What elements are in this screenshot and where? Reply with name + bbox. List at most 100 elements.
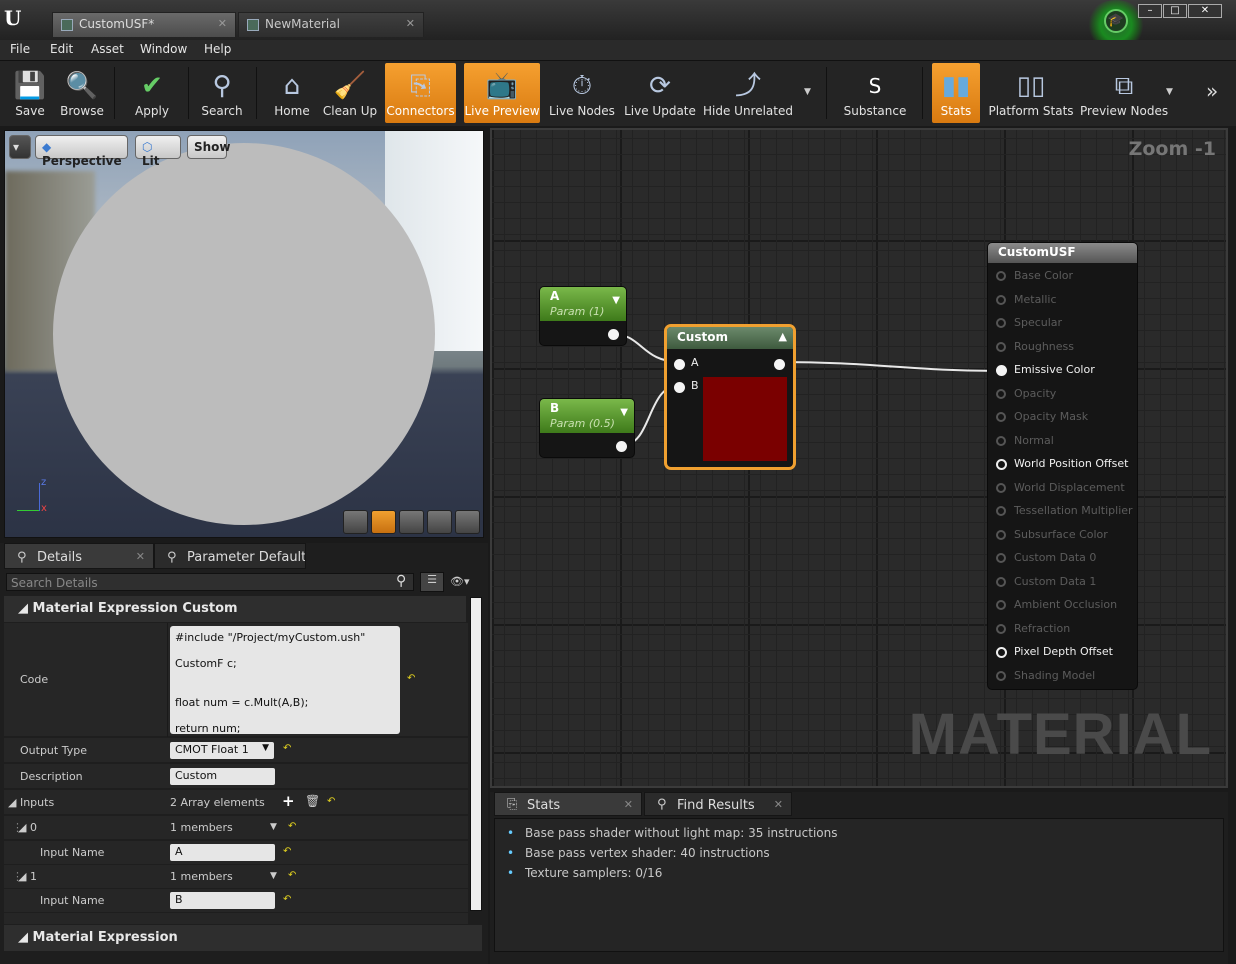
tab-parameter-defaults[interactable]: ⚲ Parameter Defaults bbox=[154, 543, 306, 569]
connectors-button[interactable]: ⎘ Connectors bbox=[385, 63, 456, 123]
reset-arrow-icon[interactable]: ↶ bbox=[288, 821, 296, 832]
input-1-name-field[interactable]: B bbox=[170, 892, 275, 909]
code-textbox[interactable]: #include "/Project/myCustom.ush" CustomF… bbox=[170, 626, 400, 735]
chevron-down-icon[interactable]: ▼ bbox=[620, 407, 628, 418]
preview-viewport[interactable]: ▾ ◆ Perspective ⬡ Lit Show z x bbox=[4, 130, 484, 538]
input-pin[interactable] bbox=[996, 388, 1006, 399]
material-graph[interactable]: Zoom -1 MATERIAL A Param (1) ▼ B Param (… bbox=[490, 128, 1228, 788]
chevron-down-icon[interactable]: ▼ bbox=[612, 295, 620, 306]
input-1-members[interactable]: 1 members bbox=[170, 870, 233, 883]
input-pin[interactable] bbox=[996, 623, 1006, 634]
category-material-expression[interactable]: ◢ Material Expression bbox=[4, 925, 482, 951]
input-pin[interactable] bbox=[996, 600, 1006, 610]
input-pin[interactable] bbox=[996, 318, 1006, 328]
list-view-icon[interactable]: ☰ bbox=[420, 572, 444, 592]
reset-arrow-icon[interactable]: ↶ bbox=[327, 796, 335, 807]
output-type-dropdown[interactable]: CMOT Float 1 ▼ bbox=[170, 742, 274, 759]
reset-arrow-icon[interactable]: ↶ bbox=[407, 673, 415, 684]
tab-customusf[interactable]: CustomUSF* ✕ bbox=[52, 12, 236, 37]
input-pin[interactable] bbox=[996, 482, 1006, 493]
add-element-icon[interactable]: + bbox=[282, 792, 295, 810]
close-icon[interactable]: ✕ bbox=[218, 17, 227, 30]
inputs-label[interactable]: ◢ Inputs bbox=[8, 796, 54, 809]
browse-button[interactable]: 🔍 Browse bbox=[58, 63, 106, 123]
chevron-down-icon[interactable]: ▼ bbox=[270, 822, 277, 832]
stats-button[interactable]: ▮▮ Stats bbox=[932, 63, 980, 123]
apply-button[interactable]: ✔ Apply bbox=[126, 63, 178, 123]
close-window-button[interactable]: ✕ bbox=[1188, 4, 1222, 18]
close-icon[interactable]: ✕ bbox=[406, 17, 415, 30]
cleanup-button[interactable]: 🧹 Clean Up bbox=[320, 63, 380, 123]
input-pin-b[interactable] bbox=[674, 382, 685, 393]
substance-button[interactable]: S Substance bbox=[838, 63, 912, 123]
output-pin[interactable] bbox=[616, 441, 627, 452]
chevron-down-icon[interactable]: ▼ bbox=[1166, 87, 1173, 97]
cylinder-preview-button[interactable] bbox=[343, 510, 368, 534]
input-pin[interactable] bbox=[996, 576, 1006, 587]
input-pin[interactable] bbox=[996, 341, 1006, 352]
reset-arrow-icon[interactable]: ↶ bbox=[283, 743, 291, 754]
maximize-button[interactable]: □ bbox=[1163, 4, 1187, 18]
toolbar-overflow-icon[interactable]: » bbox=[1206, 79, 1218, 103]
input-0-members[interactable]: 1 members bbox=[170, 821, 233, 834]
param-a-node[interactable]: A Param (1) ▼ bbox=[539, 286, 627, 346]
input-pin[interactable] bbox=[996, 365, 1007, 376]
input-pin[interactable] bbox=[996, 435, 1006, 446]
tab-stats[interactable]: ⎘ Stats ✕ bbox=[494, 792, 642, 816]
custom-node[interactable]: Custom ▲ A B bbox=[664, 324, 796, 470]
menu-help[interactable]: Help bbox=[204, 42, 231, 56]
chevron-down-icon[interactable]: ▼ bbox=[804, 87, 811, 97]
input-pin[interactable] bbox=[996, 670, 1006, 681]
preview-nodes-button[interactable]: ⧉ Preview Nodes bbox=[1080, 63, 1168, 123]
input-pin-a[interactable] bbox=[674, 359, 685, 370]
menu-file[interactable]: File bbox=[10, 42, 30, 56]
search-details-input[interactable]: Search Details bbox=[6, 573, 414, 591]
home-button[interactable]: ⌂ Home bbox=[266, 63, 318, 123]
reset-arrow-icon[interactable]: ↶ bbox=[283, 894, 291, 905]
input-pin[interactable] bbox=[996, 647, 1007, 658]
close-icon[interactable]: ✕ bbox=[136, 550, 145, 563]
viewport-options-dropdown[interactable]: ▾ bbox=[9, 135, 31, 159]
description-input[interactable]: Custom bbox=[170, 768, 275, 785]
tab-find-results[interactable]: ⚲ Find Results ✕ bbox=[644, 792, 792, 816]
search-button[interactable]: ⚲ Search bbox=[196, 63, 248, 123]
input-1-label[interactable]: ◢ 1 bbox=[18, 870, 37, 883]
output-pin[interactable] bbox=[774, 359, 785, 370]
save-button[interactable]: 💾 Save bbox=[6, 63, 54, 123]
teapot-preview-button[interactable] bbox=[455, 510, 480, 534]
platform-stats-button[interactable]: ▯▯ Platform Stats bbox=[986, 63, 1076, 123]
eye-icon[interactable]: 👁▾ bbox=[450, 575, 470, 588]
chevron-down-icon[interactable]: ▼ bbox=[270, 871, 277, 881]
input-pin[interactable] bbox=[996, 271, 1006, 281]
tab-details[interactable]: ⚲ Details ✕ bbox=[4, 543, 154, 569]
input-pin[interactable] bbox=[996, 294, 1006, 305]
category-material-expression-custom[interactable]: ◢ Material Expression Custom bbox=[4, 596, 466, 622]
input-0-name-field[interactable]: A bbox=[170, 844, 275, 861]
perspective-button[interactable]: ◆ Perspective bbox=[35, 135, 128, 168]
input-pin[interactable] bbox=[996, 459, 1007, 470]
close-icon[interactable]: ✕ bbox=[774, 798, 783, 811]
unreal-logo-icon[interactable]: U bbox=[4, 6, 26, 30]
close-icon[interactable]: ✕ bbox=[624, 798, 633, 811]
input-pin[interactable] bbox=[996, 412, 1006, 422]
input-0-label[interactable]: ◢ 0 bbox=[18, 821, 37, 834]
menu-window[interactable]: Window bbox=[140, 42, 187, 56]
reset-arrow-icon[interactable]: ↶ bbox=[288, 870, 296, 881]
collapse-arrow-icon[interactable]: ▲ bbox=[779, 330, 787, 343]
scrollbar[interactable] bbox=[470, 597, 482, 911]
input-pin[interactable] bbox=[996, 553, 1006, 563]
result-node-customusf[interactable]: CustomUSF Base Color Metallic Specular Roug… bbox=[987, 242, 1138, 690]
live-update-button[interactable]: ⟳ Live Update bbox=[624, 63, 696, 123]
input-pin[interactable] bbox=[996, 506, 1006, 516]
sphere-preview-button[interactable] bbox=[371, 510, 396, 534]
input-pin[interactable] bbox=[996, 529, 1006, 540]
lit-button[interactable]: ⬡ Lit bbox=[135, 135, 181, 168]
tab-newmaterial[interactable]: NewMaterial ✕ bbox=[238, 12, 424, 37]
output-pin[interactable] bbox=[608, 329, 619, 340]
param-b-node[interactable]: B Param (0.5) ▼ bbox=[539, 398, 635, 458]
menu-asset[interactable]: Asset bbox=[91, 42, 124, 56]
plane-preview-button[interactable] bbox=[399, 510, 424, 534]
hide-unrelated-button[interactable]: ⤴ Hide Unrelated bbox=[702, 63, 794, 123]
live-nodes-button[interactable]: ⏱ Live Nodes bbox=[546, 63, 618, 123]
show-button[interactable]: Show bbox=[187, 135, 231, 159]
